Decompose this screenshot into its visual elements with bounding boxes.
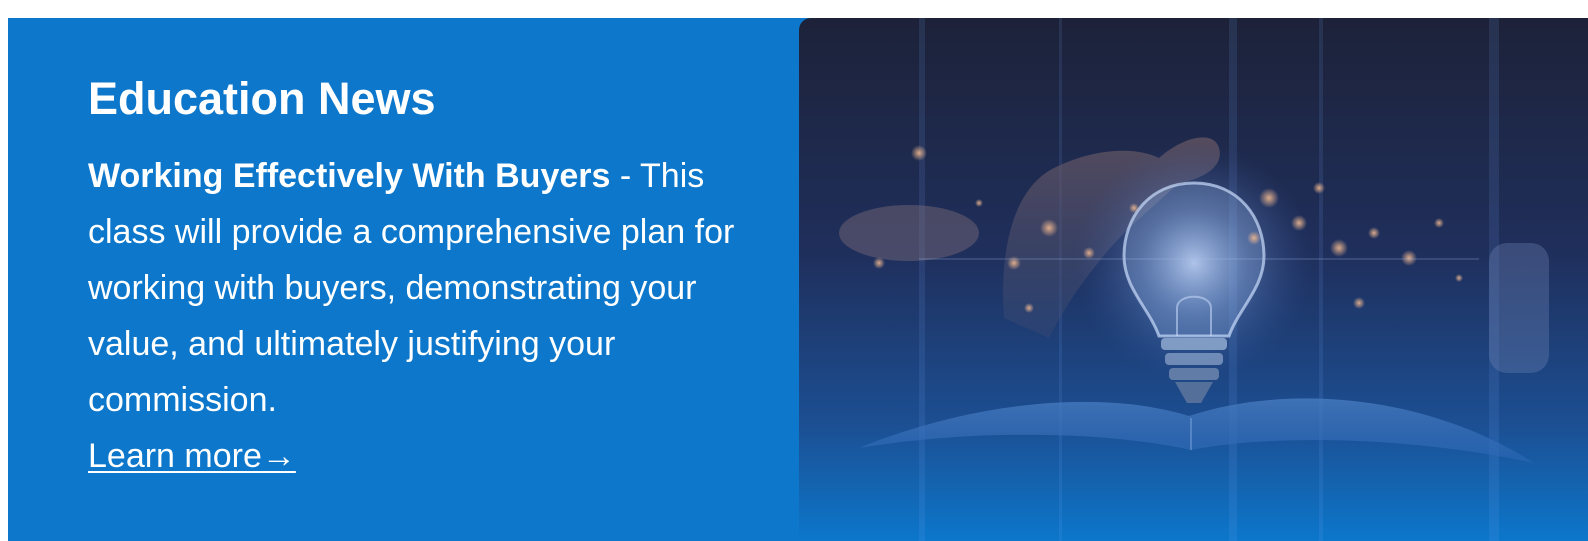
- class-title: Working Effectively With Buyers: [88, 157, 611, 195]
- title-separator: -: [610, 157, 641, 195]
- news-text-column: Education News Working Effectively With …: [88, 70, 768, 484]
- background-hand-left: [839, 205, 979, 261]
- learn-more-link[interactable]: Learn more→: [88, 437, 296, 475]
- class-description: This class will provide a comprehensive …: [88, 157, 735, 419]
- article-body: Working Effectively With Buyers - This c…: [88, 148, 768, 484]
- lightbulb-book-illustration: [839, 18, 1549, 541]
- education-news-banner: Education News Working Effectively With …: [8, 18, 1588, 541]
- hero-image: [799, 18, 1588, 541]
- open-book: [859, 398, 1534, 463]
- section-title: Education News: [88, 73, 436, 124]
- background-hand-right: [1489, 243, 1549, 373]
